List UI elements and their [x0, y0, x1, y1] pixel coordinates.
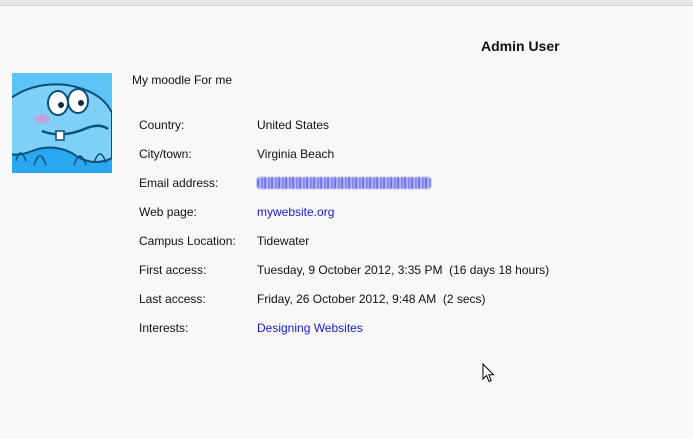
window-top-strip: [0, 0, 693, 6]
profile-row-campus: Campus Location: Tidewater: [139, 234, 549, 263]
field-label: First access:: [139, 263, 207, 277]
profile-description: My moodle For me: [132, 73, 233, 87]
field-value-email[interactable]: [257, 176, 549, 205]
profile-row-city: City/town: Virginia Beach: [139, 147, 549, 176]
profile-row-last-access: Last access: Friday, 26 October 2012, 9:…: [139, 292, 549, 321]
jellyfish-avatar-icon: [12, 73, 112, 173]
profile-row-email: Email address:: [139, 176, 549, 205]
field-value-last-access: Friday, 26 October 2012, 9:48 AM (2 secs…: [257, 292, 486, 306]
field-value-city: Virginia Beach: [257, 147, 335, 161]
interest-tag-link[interactable]: Designing Websites: [257, 321, 363, 335]
email-redacted-link[interactable]: [257, 177, 431, 189]
field-label: Last access:: [139, 292, 206, 306]
mouse-pointer-icon: [482, 363, 495, 383]
field-label: Interests:: [139, 321, 189, 335]
profile-row-interests: Interests: Designing Websites: [139, 321, 549, 350]
field-label: Campus Location:: [139, 234, 236, 248]
field-value-campus: Tidewater: [257, 234, 310, 248]
profile-row-country: Country: United States: [139, 118, 549, 147]
profile-details-table: Country: United States City/town: Virgin…: [139, 118, 549, 350]
user-fullname-heading: Admin User: [481, 38, 560, 54]
webpage-link[interactable]: mywebsite.org: [257, 205, 334, 219]
user-avatar[interactable]: [12, 73, 112, 173]
field-label: Country:: [139, 118, 185, 132]
profile-row-first-access: First access: Tuesday, 9 October 2012, 3…: [139, 263, 549, 292]
field-value-country: United States: [257, 118, 330, 132]
field-label: City/town:: [139, 147, 192, 161]
field-value-first-access: Tuesday, 9 October 2012, 3:35 PM (16 day…: [257, 263, 550, 277]
field-label: Web page:: [139, 205, 197, 219]
profile-row-webpage: Web page: mywebsite.org: [139, 205, 549, 234]
field-label: Email address:: [139, 176, 219, 190]
